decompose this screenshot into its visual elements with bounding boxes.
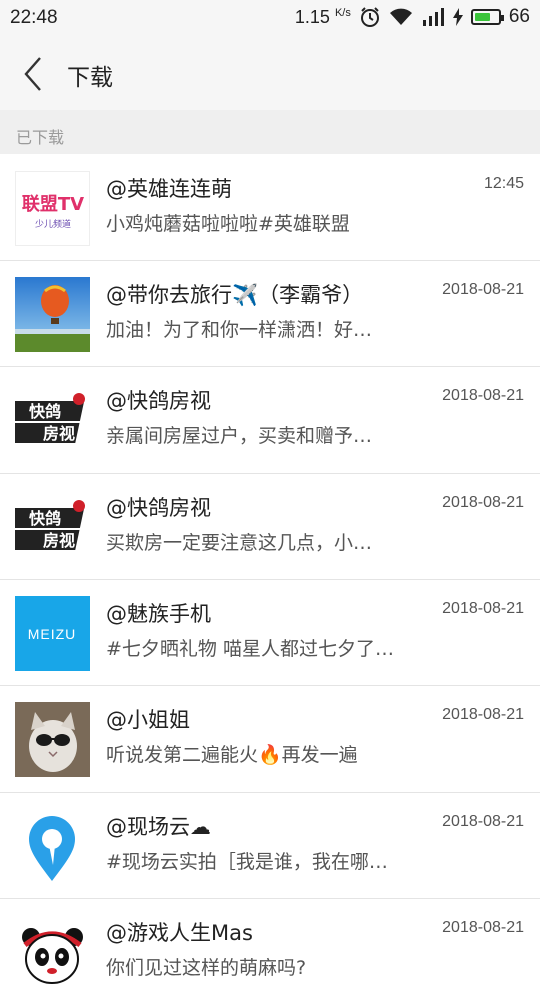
item-description: #七夕晒礼物 喵星人都过七夕了… bbox=[106, 638, 394, 660]
charging-icon bbox=[452, 8, 463, 26]
cat-sunglasses-photo bbox=[15, 702, 90, 777]
item-description: 亲属间房屋过户，买卖和赠予… bbox=[106, 425, 373, 447]
svg-text:快鸽: 快鸽 bbox=[29, 509, 61, 528]
status-bar: 22:48 1.15 K/s 66 bbox=[0, 0, 540, 36]
app-header: 下载 bbox=[0, 36, 540, 110]
list-item[interactable]: 快鸽 房视 @快鸽房视 买欺房一定要注意这几点，小… 2018-08-21 bbox=[0, 473, 540, 580]
list-item[interactable]: @游戏人生Mas 你们见过这样的萌麻吗? 2018-08-21 bbox=[0, 899, 540, 1005]
item-description: 小鸡炖蘑菇啦啦啦#英雄联盟 bbox=[106, 213, 350, 235]
status-time: 22:48 bbox=[10, 7, 58, 28]
item-title: @英雄连连萌 bbox=[106, 177, 232, 201]
svg-text:MEIZU: MEIZU bbox=[28, 626, 77, 642]
svg-text:联盟TV: 联盟TV bbox=[22, 194, 84, 215]
item-title: @快鸽房视 bbox=[106, 496, 211, 520]
item-date: 2018-08-21 bbox=[442, 706, 524, 723]
svg-text:房视: 房视 bbox=[43, 424, 75, 443]
item-date: 2018-08-21 bbox=[442, 600, 524, 617]
section-header: 已下载 bbox=[0, 110, 540, 154]
download-list: 联盟TV 少儿频道 @英雄连连萌 小鸡炖蘑菇啦啦啦#英雄联盟 12:45 @带你… bbox=[0, 155, 540, 1005]
battery-icon bbox=[470, 9, 504, 25]
item-title: @魅族手机 bbox=[106, 602, 211, 626]
svg-text:少儿频道: 少儿频道 bbox=[35, 218, 71, 230]
list-item[interactable]: @现场云☁ #现场云实拍［我是谁，我在哪… 2018-08-21 bbox=[0, 792, 540, 899]
item-title: @现场云☁ bbox=[106, 815, 211, 839]
list-item[interactable]: @带你去旅行✈️（李霸爷） 加油！为了和你一样潇洒！好… 2018-08-21 bbox=[0, 261, 540, 367]
item-title: @带你去旅行✈️（李霸爷） bbox=[106, 283, 364, 307]
item-date: 2018-08-21 bbox=[442, 919, 524, 936]
item-description: #现场云实拍［我是谁，我在哪… bbox=[106, 851, 388, 873]
item-description: 加油！为了和你一样潇洒！好… bbox=[106, 319, 373, 341]
item-date: 2018-08-21 bbox=[442, 813, 524, 830]
lianmeng-tv-logo: 联盟TV 少儿频道 bbox=[15, 171, 90, 246]
hot-air-balloon-photo bbox=[15, 277, 90, 352]
item-date: 2018-08-21 bbox=[442, 387, 524, 404]
section-label: 已下载 bbox=[16, 128, 65, 147]
location-pin-logo bbox=[15, 809, 90, 884]
list-item[interactable]: 快鸽 房视 @快鸽房视 亲属间房屋过户，买卖和赠予… 2018-08-21 bbox=[0, 367, 540, 473]
wifi-icon bbox=[389, 8, 412, 25]
svg-text:房视: 房视 bbox=[43, 531, 75, 550]
item-date: 2018-08-21 bbox=[442, 281, 524, 298]
item-description: 买欺房一定要注意这几点，小… bbox=[106, 532, 373, 554]
item-title: @游戏人生Mas bbox=[106, 921, 253, 945]
list-item[interactable]: @小姐姐 听说发第二遍能火🔥再发一遍 2018-08-21 bbox=[0, 686, 540, 792]
kuaige-fangshi-logo: 快鸽 房视 bbox=[15, 383, 90, 458]
svg-text:快鸽: 快鸽 bbox=[29, 402, 61, 421]
back-button[interactable] bbox=[14, 54, 54, 94]
kuaige-fangshi-logo: 快鸽 房视 bbox=[15, 490, 90, 565]
battery-percent: 66 bbox=[508, 6, 530, 27]
network-speed: 1.15 K/s bbox=[294, 6, 351, 27]
item-date: 2018-08-21 bbox=[442, 494, 524, 511]
item-description: 你们见过这样的萌麻吗? bbox=[106, 957, 307, 979]
list-item[interactable]: 联盟TV 少儿频道 @英雄连连萌 小鸡炖蘑菇啦啦啦#英雄联盟 12:45 bbox=[0, 155, 540, 261]
chevron-left-icon bbox=[24, 57, 41, 91]
signal-icon bbox=[422, 8, 444, 26]
list-item[interactable]: MEIZU @魅族手机 #七夕晒礼物 喵星人都过七夕了… 2018-08-21 bbox=[0, 580, 540, 686]
page-title: 下载 bbox=[67, 65, 113, 91]
meizu-logo: MEIZU bbox=[15, 596, 90, 671]
panda-avatar bbox=[15, 915, 90, 990]
item-title: @快鸽房视 bbox=[106, 389, 211, 413]
item-title: @小姐姐 bbox=[106, 708, 190, 732]
status-icons: 1.15 K/s 66 bbox=[295, 6, 530, 28]
item-date: 12:45 bbox=[483, 175, 524, 192]
alarm-icon bbox=[360, 7, 379, 27]
item-description: 听说发第二遍能火🔥再发一遍 bbox=[106, 744, 358, 766]
